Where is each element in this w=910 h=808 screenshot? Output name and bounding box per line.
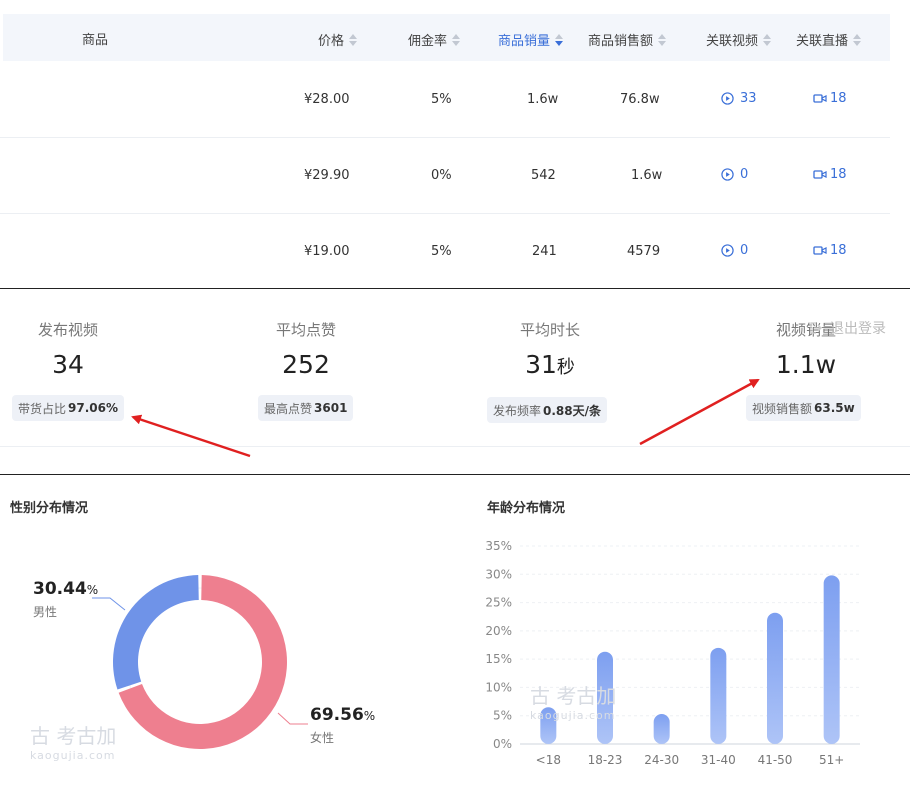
bar-31-40 xyxy=(710,647,727,744)
leader-line-male xyxy=(92,597,126,611)
gender-donut-chart xyxy=(92,575,308,749)
y-tick-label: 35% xyxy=(485,539,512,553)
gender-chart-title: 性别分布情况 xyxy=(10,501,89,516)
x-tick-label: 41-50 xyxy=(758,753,793,767)
male-label: 男性 xyxy=(33,605,58,619)
x-tick-label: 24-30 xyxy=(644,753,679,767)
male-percent: 30.44% xyxy=(33,579,99,599)
leader-line-female xyxy=(277,712,308,725)
y-tick-label: 20% xyxy=(485,624,512,638)
donut-slice-male xyxy=(113,575,199,690)
female-percent: 69.56% xyxy=(310,705,376,725)
y-tick-label: 30% xyxy=(485,567,512,581)
x-tick-label: 31-40 xyxy=(701,753,736,767)
annotation-arrow-right xyxy=(639,378,760,446)
bar-51+ xyxy=(823,575,840,744)
y-tick-label: 25% xyxy=(485,596,512,610)
y-tick-label: 0% xyxy=(493,737,512,751)
watermark-logo-icon: 古 xyxy=(530,684,550,708)
bar-41-50 xyxy=(767,612,783,744)
age-chart-title: 年龄分布情况 xyxy=(487,501,566,516)
y-tick-label: 15% xyxy=(485,652,512,666)
bar-24-30 xyxy=(653,714,670,744)
x-tick-label: 51+ xyxy=(819,753,844,767)
age-bar-chart: 0% 5% 10% 15% 20% 25% 30% 35% <18 18-23 24-30 31-40… xyxy=(485,539,860,767)
x-tick-label: <18 xyxy=(536,753,561,767)
y-tick-label: 5% xyxy=(493,709,512,723)
x-tick-label: 18-23 xyxy=(588,753,623,767)
female-label: 女性 xyxy=(310,731,335,745)
annotation-arrow-left xyxy=(131,414,251,458)
y-tick-label: 10% xyxy=(485,680,512,694)
watermark: 古 考古加 kaogujia.com xyxy=(530,684,617,722)
